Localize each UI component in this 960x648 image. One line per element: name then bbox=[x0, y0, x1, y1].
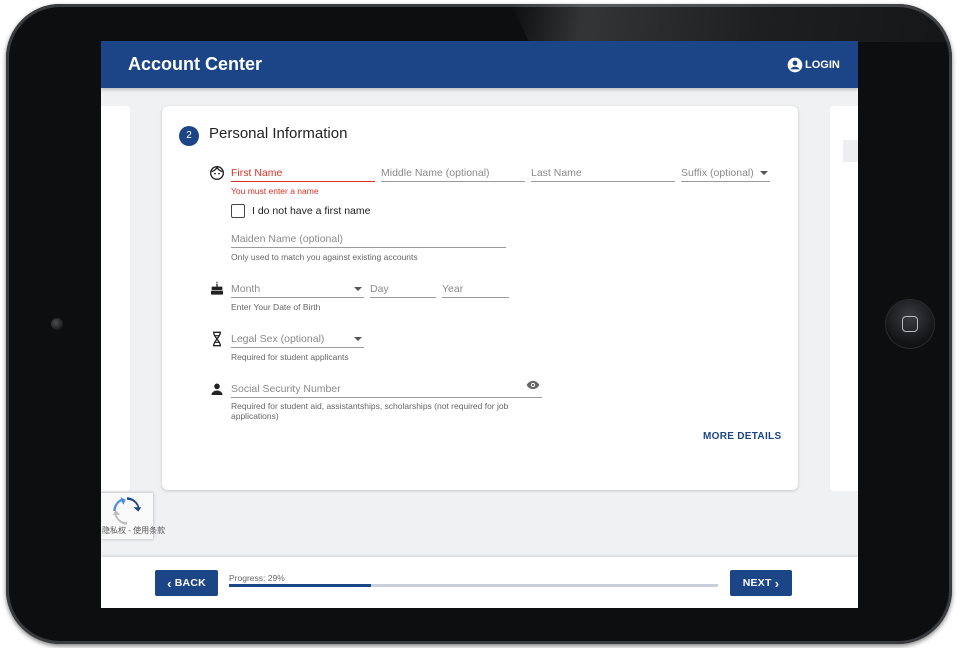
more-details-link[interactable]: MORE DETAILS bbox=[703, 431, 781, 442]
previous-step-card bbox=[101, 106, 130, 491]
cake-icon bbox=[211, 281, 223, 295]
chevron-left-icon: ‹ bbox=[167, 575, 172, 591]
chevron-down-icon bbox=[354, 287, 362, 291]
birth-year-input[interactable]: Year bbox=[442, 282, 509, 298]
last-name-placeholder: Last Name bbox=[531, 167, 582, 179]
recaptcha-badge[interactable]: 隐私权 - 使用条款 bbox=[101, 493, 165, 539]
login-button[interactable]: LOGIN bbox=[787, 55, 840, 75]
progress-bar bbox=[229, 584, 718, 587]
ssn-input[interactable]: Social Security Number bbox=[231, 382, 542, 398]
last-name-input[interactable]: Last Name bbox=[531, 166, 675, 182]
suffix-placeholder: Suffix (optional) bbox=[681, 167, 754, 179]
birth-year-placeholder: Year bbox=[442, 283, 464, 295]
ssn-helper: Required for student aid, assistantships… bbox=[231, 401, 509, 421]
birth-day-placeholder: Day bbox=[370, 283, 389, 295]
middle-name-placeholder: Middle Name (optional) bbox=[381, 167, 490, 179]
next-step-card bbox=[830, 106, 858, 491]
login-label: LOGIN bbox=[805, 59, 840, 71]
first-name-error: You must enter a name bbox=[231, 186, 319, 196]
first-name-input[interactable]: First Name bbox=[231, 166, 375, 182]
progress-label: Progress: 29% bbox=[229, 573, 285, 583]
back-label: BACK bbox=[174, 577, 206, 589]
birth-day-input[interactable]: Day bbox=[370, 282, 436, 298]
section-title: Personal Information bbox=[209, 125, 348, 142]
app-title: Account Center bbox=[128, 54, 263, 74]
progress-bar-fill bbox=[229, 584, 371, 587]
step-number-badge: 2 bbox=[179, 126, 199, 146]
middle-name-input[interactable]: Middle Name (optional) bbox=[381, 166, 525, 182]
ssn-placeholder: Social Security Number bbox=[231, 383, 341, 395]
dna-icon bbox=[213, 331, 221, 347]
personal-information-card: 2 Personal Information First Name You mu… bbox=[162, 106, 798, 490]
recaptcha-icon bbox=[112, 497, 142, 525]
person-icon bbox=[211, 383, 223, 395]
screen: Account Center LOGIN 2 Personal Informat… bbox=[101, 41, 858, 608]
account-circle-icon bbox=[787, 57, 803, 73]
chevron-down-icon bbox=[354, 337, 362, 341]
maiden-name-input[interactable]: Maiden Name (optional) bbox=[231, 232, 506, 248]
no-first-name-checkbox[interactable] bbox=[231, 204, 245, 218]
birth-date-helper: Enter Your Date of Birth bbox=[231, 302, 321, 312]
birth-month-placeholder: Month bbox=[231, 283, 261, 295]
camera-icon bbox=[51, 318, 63, 330]
chevron-down-icon bbox=[760, 171, 768, 175]
next-button[interactable]: NEXT › bbox=[730, 570, 792, 596]
legal-sex-helper: Required for student applicants bbox=[231, 352, 349, 362]
maiden-name-helper: Only used to match you against existing … bbox=[231, 252, 418, 262]
tablet-frame: Account Center LOGIN 2 Personal Informat… bbox=[6, 4, 952, 644]
home-button[interactable] bbox=[886, 300, 934, 348]
bottom-navigation-bar: ‹ BACK Progress: 29% NEXT › bbox=[101, 557, 858, 608]
maiden-name-placeholder: Maiden Name (optional) bbox=[231, 233, 344, 245]
next-step-card-stub bbox=[843, 140, 858, 162]
next-label: NEXT bbox=[742, 577, 772, 589]
legal-sex-select[interactable]: Legal Sex (optional) bbox=[231, 332, 364, 348]
recaptcha-terms[interactable]: 隐私权 - 使用条款 bbox=[102, 525, 165, 536]
app-bar: Account Center LOGIN bbox=[101, 41, 858, 88]
first-name-placeholder: First Name bbox=[231, 167, 283, 179]
suffix-select[interactable]: Suffix (optional) bbox=[681, 166, 770, 182]
face-icon bbox=[210, 166, 224, 180]
back-button[interactable]: ‹ BACK bbox=[155, 570, 218, 596]
chevron-right-icon: › bbox=[774, 575, 780, 591]
no-first-name-label: I do not have a first name bbox=[252, 205, 371, 217]
home-square-icon bbox=[902, 316, 918, 332]
legal-sex-placeholder: Legal Sex (optional) bbox=[231, 333, 325, 345]
birth-month-select[interactable]: Month bbox=[231, 282, 364, 298]
eye-icon[interactable] bbox=[526, 380, 540, 390]
